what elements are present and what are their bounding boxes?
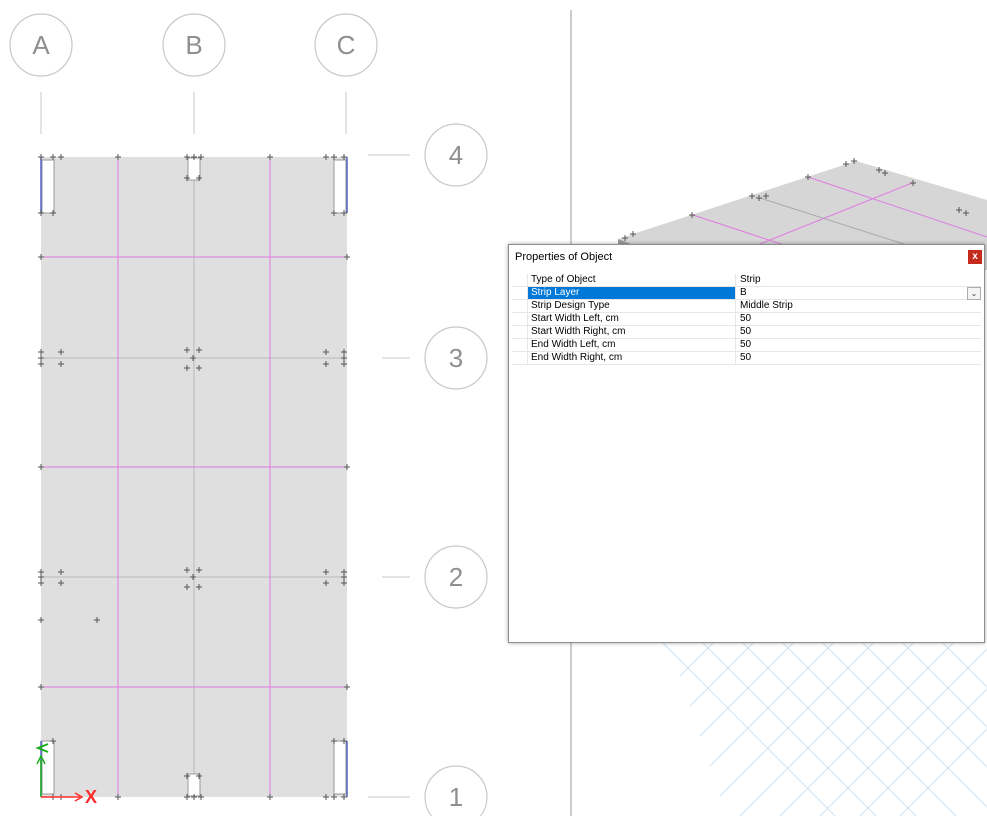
grid-label-4: 4 <box>449 140 463 170</box>
property-row-start-width-right[interactable]: Start Width Right, cm 50 <box>512 326 981 339</box>
row-gutter <box>512 339 528 351</box>
dialog-title: Properties of Object <box>515 251 613 263</box>
grid-label-1: 1 <box>449 782 463 812</box>
row-gutter <box>512 313 528 325</box>
grid-bubble-1[interactable]: 1 <box>424 765 488 816</box>
grid-label-a: A <box>32 30 50 60</box>
property-row-type-of-object[interactable]: Type of Object Strip <box>512 274 981 287</box>
grid-label-2: 2 <box>449 562 463 592</box>
property-value[interactable]: Middle Strip <box>737 300 981 312</box>
row-gutter <box>512 326 528 338</box>
property-name: End Width Right, cm <box>528 352 736 364</box>
row-gutter <box>512 287 528 299</box>
grid-bubble-2[interactable]: 2 <box>424 545 488 609</box>
property-value[interactable]: 50 <box>737 313 981 325</box>
property-grid[interactable]: Type of Object Strip Strip Layer B ⌄ Str… <box>512 274 981 365</box>
plan-view[interactable]: A B C 4 3 2 1 X <box>9 13 488 816</box>
grid-bubble-a[interactable]: A <box>9 13 73 77</box>
property-row-strip-design-type[interactable]: Strip Design Type Middle Strip <box>512 300 981 313</box>
x-axis-label: X <box>85 787 97 807</box>
grid-bubble-b[interactable]: B <box>162 13 226 77</box>
3d-base-mesh <box>659 639 987 816</box>
property-name: Start Width Left, cm <box>528 313 736 325</box>
property-value[interactable]: 50 <box>737 352 981 364</box>
property-name: Strip Layer <box>528 287 736 299</box>
property-value: B <box>740 287 747 298</box>
dialog-titlebar[interactable]: Properties of Object x <box>509 245 984 269</box>
grid-label-3: 3 <box>449 343 463 373</box>
properties-dialog[interactable]: Properties of Object x Type of Object St… <box>508 244 985 643</box>
property-row-strip-layer[interactable]: Strip Layer B ⌄ <box>512 287 981 300</box>
property-value[interactable]: 50 <box>737 339 981 351</box>
strip-layer-select[interactable]: B ⌄ <box>737 287 981 300</box>
close-icon[interactable]: x <box>968 250 982 264</box>
chevron-down-icon[interactable]: ⌄ <box>967 287 981 300</box>
grid-bubble-3[interactable]: 3 <box>424 326 488 390</box>
property-name: End Width Left, cm <box>528 339 736 351</box>
property-name: Start Width Right, cm <box>528 326 736 338</box>
grid-bubble-4[interactable]: 4 <box>424 123 488 187</box>
property-row-end-width-right[interactable]: End Width Right, cm 50 <box>512 352 981 365</box>
property-name: Strip Design Type <box>528 300 736 312</box>
property-row-start-width-left[interactable]: Start Width Left, cm 50 <box>512 313 981 326</box>
grid-label-c: C <box>337 30 356 60</box>
row-gutter <box>512 300 528 312</box>
grid-bubble-c[interactable]: C <box>314 13 378 77</box>
grid-label-b: B <box>185 30 202 60</box>
property-row-end-width-left[interactable]: End Width Left, cm 50 <box>512 339 981 352</box>
row-gutter <box>512 274 528 286</box>
row-gutter <box>512 352 528 364</box>
property-value: Strip <box>740 274 761 285</box>
property-name: Type of Object <box>528 274 736 286</box>
property-value[interactable]: 50 <box>737 326 981 338</box>
